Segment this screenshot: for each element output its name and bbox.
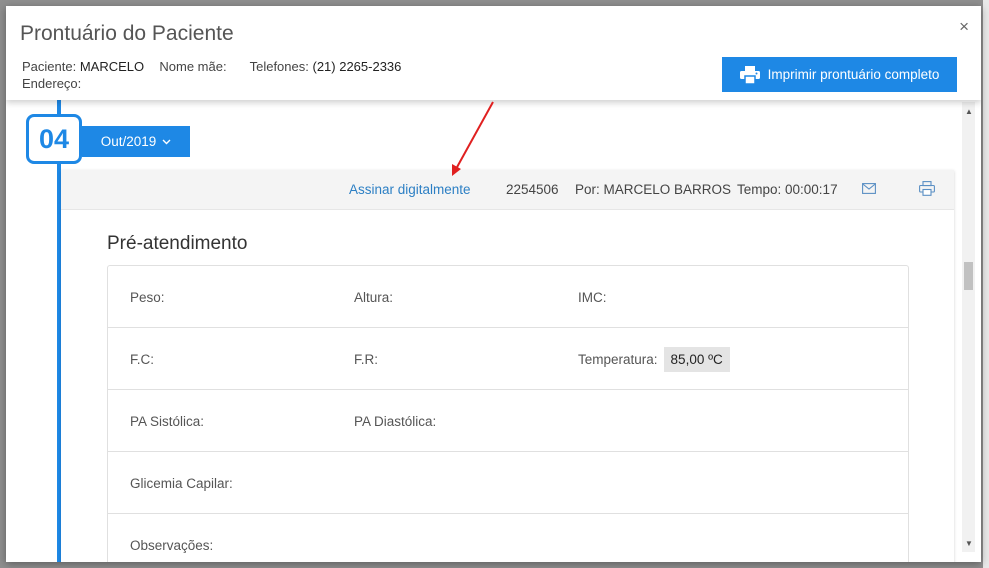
record-scroll-area: 04 Out/2019 Assinar digitalmente 2254506…: [6, 100, 981, 562]
modal-title: Prontuário do Paciente: [20, 22, 234, 45]
print-full-record-label: Imprimir prontuário completo: [767, 67, 940, 82]
observations-label: Observações:: [130, 537, 214, 553]
vitals-row: F.C: F.R: Temperatura: 85,00 ºC: [108, 328, 908, 390]
vitals-row: Peso: Altura: IMC:: [108, 266, 908, 328]
vitals-table: Peso: Altura: IMC: F.C: F.R: Temperatura…: [107, 265, 909, 562]
address-label: Endereço:: [22, 76, 82, 91]
temperature-label: Temperatura:: [578, 351, 658, 367]
mother-name-label: Nome mãe:: [159, 59, 227, 74]
record-author: Por: MARCELO BARROS: [575, 182, 732, 197]
vitals-row: Observações:: [108, 514, 908, 562]
bmi-label: IMC:: [578, 289, 607, 305]
record-toolbar: Assinar digitalmente 2254506 Por: MARCEL…: [61, 170, 954, 210]
pre-care-section-title: Pré-atendimento: [107, 233, 248, 254]
patient-record-modal: Prontuário do Paciente × Paciente: MARCE…: [6, 6, 981, 562]
timeline-step-badge: 04: [26, 114, 82, 164]
systolic-label: PA Sistólica:: [130, 413, 205, 429]
background-page-edge: [983, 0, 989, 568]
scrollbar-thumb[interactable]: [964, 262, 973, 290]
phones-label: Telefones:: [249, 59, 309, 74]
weight-label: Peso:: [130, 289, 165, 305]
record-id: 2254506: [506, 182, 559, 197]
record-card: Assinar digitalmente 2254506 Por: MARCEL…: [61, 170, 954, 562]
date-dropdown-label: Out/2019: [100, 134, 157, 149]
patient-name: MARCELO: [79, 59, 145, 74]
respiratory-rate-label: F.R:: [354, 351, 379, 367]
vitals-row: Glicemia Capilar:: [108, 452, 908, 514]
phones-value: (21) 2265-2336: [312, 59, 402, 74]
height-label: Altura:: [354, 289, 394, 305]
temperature-value: 85,00 ºC: [663, 346, 730, 372]
vitals-row: PA Sistólica: PA Diastólica:: [108, 390, 908, 452]
printer-icon: [739, 65, 760, 84]
record-duration: Tempo: 00:00:17: [737, 182, 838, 197]
close-icon[interactable]: ×: [959, 18, 969, 35]
sign-digitally-link[interactable]: Assinar digitalmente: [349, 182, 471, 197]
patient-info-line: Paciente: MARCELO Nome mãe: Telefones: (…: [22, 59, 401, 74]
scroll-up-arrow-icon[interactable]: ▲: [965, 107, 973, 116]
scroll-down-arrow-icon[interactable]: ▼: [965, 539, 973, 548]
diastolic-label: PA Diastólica:: [354, 413, 437, 429]
patient-label: Paciente:: [22, 59, 77, 74]
printer-icon[interactable]: [919, 181, 935, 196]
envelope-icon[interactable]: [862, 183, 876, 194]
vertical-scrollbar[interactable]: ▲ ▼: [962, 102, 975, 552]
capillary-glucose-label: Glicemia Capilar:: [130, 475, 233, 491]
temperature-cell: Temperatura: 85,00 ºC: [578, 328, 730, 390]
print-full-record-button[interactable]: Imprimir prontuário completo: [722, 57, 957, 92]
modal-header: Prontuário do Paciente × Paciente: MARCE…: [6, 6, 981, 100]
heart-rate-label: F.C:: [130, 351, 155, 367]
date-dropdown[interactable]: Out/2019: [82, 126, 190, 157]
chevron-down-icon: [162, 137, 171, 148]
